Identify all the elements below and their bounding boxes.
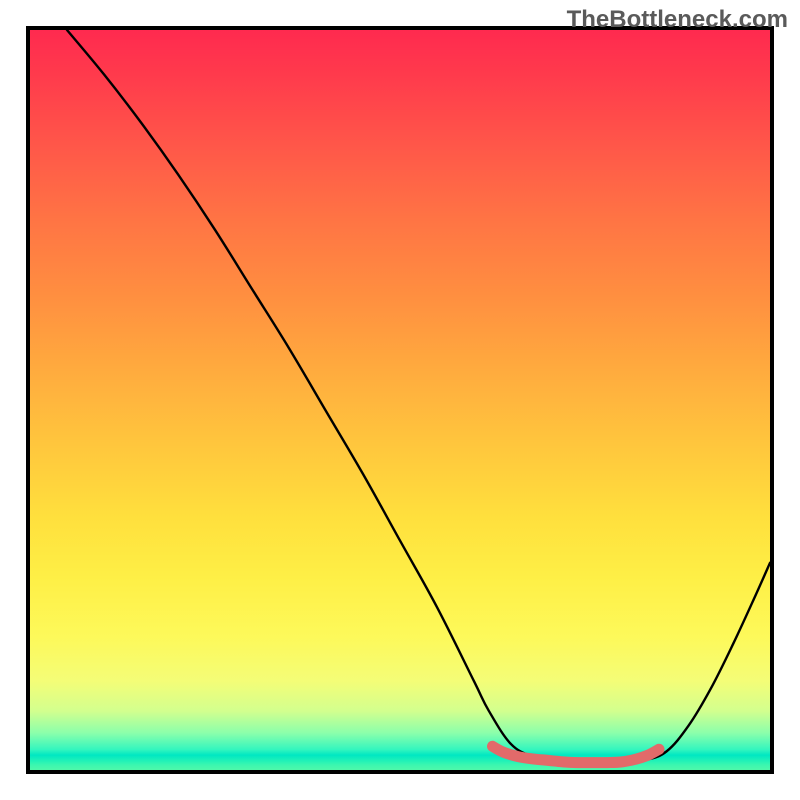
main-curve-path bbox=[67, 30, 770, 763]
highlight-dot bbox=[617, 757, 627, 767]
highlight-dot bbox=[602, 757, 612, 767]
watermark-text: TheBottleneck.com bbox=[567, 6, 788, 34]
chart-container: TheBottleneck.com bbox=[0, 0, 800, 800]
highlight-dot bbox=[498, 747, 508, 757]
highlight-dot bbox=[572, 757, 582, 767]
plot-area bbox=[26, 26, 774, 774]
highlight-dot bbox=[632, 754, 642, 764]
highlight-dot bbox=[528, 754, 538, 764]
highlight-dot bbox=[543, 755, 553, 765]
highlight-dot bbox=[587, 757, 597, 767]
highlight-dots bbox=[487, 741, 664, 768]
highlight-dot bbox=[513, 751, 523, 761]
highlight-dot bbox=[643, 750, 653, 760]
curve-svg bbox=[30, 30, 770, 770]
highlight-dot bbox=[654, 744, 664, 754]
highlight-dot bbox=[558, 757, 568, 767]
highlight-dot bbox=[487, 741, 497, 751]
